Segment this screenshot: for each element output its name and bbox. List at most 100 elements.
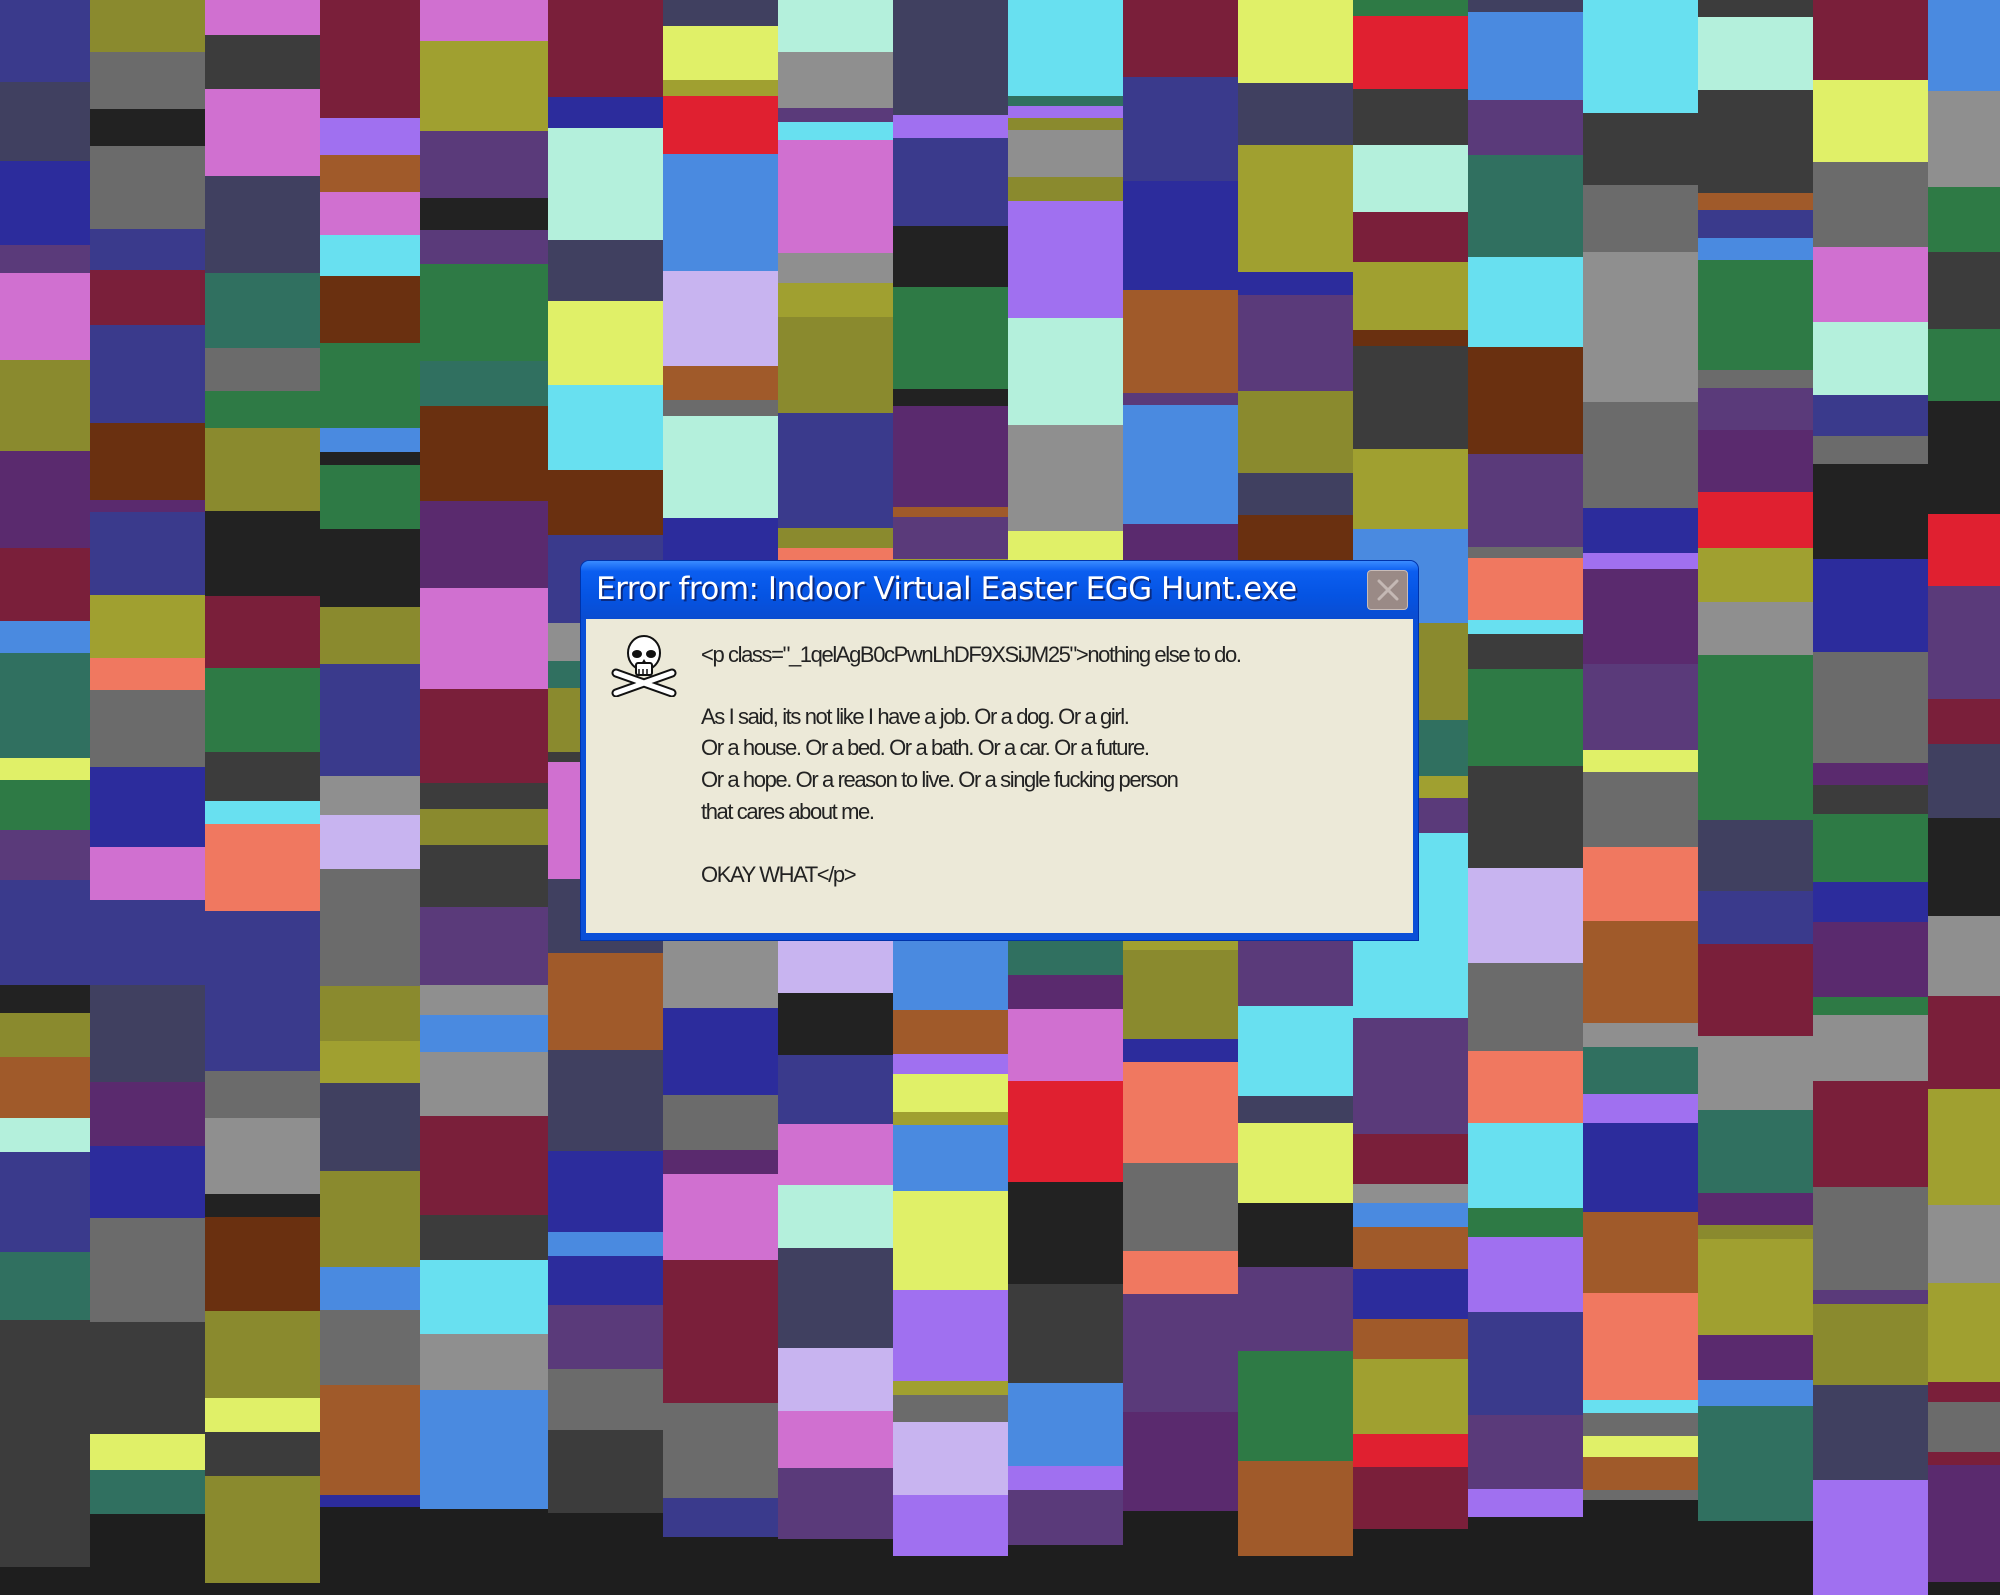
- glitch-block: [1698, 210, 1813, 238]
- glitch-block: [1928, 1382, 2000, 1402]
- glitch-block: [778, 317, 893, 413]
- glitch-block: [1698, 1406, 1813, 1521]
- glitch-block: [893, 138, 1008, 226]
- glitch-block: [205, 596, 320, 668]
- glitch-block: [1583, 772, 1698, 847]
- glitch-block: [420, 41, 548, 131]
- close-button[interactable]: [1367, 570, 1408, 610]
- glitch-block: [548, 1256, 663, 1305]
- glitch-block: [1238, 1123, 1353, 1203]
- glitch-block: [0, 1252, 90, 1320]
- glitch-block: [1583, 1212, 1698, 1293]
- glitch-block: [1353, 1203, 1468, 1227]
- glitch-block: [420, 1015, 548, 1052]
- glitch-block: [1583, 1094, 1698, 1123]
- glitch-block: [1123, 0, 1238, 77]
- glitch-block: [0, 1152, 90, 1252]
- glitch-block: [1008, 1009, 1123, 1081]
- glitch-block: [1468, 766, 1583, 868]
- glitch-block: [1468, 620, 1583, 634]
- glitch-block: [90, 512, 205, 595]
- glitch-block: [1353, 1319, 1468, 1359]
- glitch-block: [1123, 1062, 1238, 1163]
- glitch-block: [1698, 260, 1813, 370]
- glitch-block: [90, 847, 205, 900]
- x-icon: [1377, 579, 1398, 601]
- dialog-body: <p class="_1qelAgB0cPwnLhDF9XSiJM25">not…: [586, 619, 1413, 933]
- glitch-block: [90, 595, 205, 658]
- glitch-block: [1698, 1193, 1813, 1225]
- glitch-block: [0, 1057, 90, 1118]
- glitch-block: [90, 900, 205, 985]
- glitch-block: [90, 270, 205, 325]
- glitch-block: [1928, 744, 2000, 818]
- glitch-block: [893, 389, 1008, 406]
- glitch-block: [663, 26, 778, 80]
- glitch-block: [420, 809, 548, 845]
- glitch-block: [320, 0, 420, 118]
- glitch-block: [1238, 272, 1353, 295]
- glitch-block: [548, 385, 663, 470]
- glitch-block: [893, 1290, 1008, 1381]
- glitch-block: [1928, 1465, 2000, 1582]
- glitch-block: [1123, 1294, 1238, 1412]
- glitch-block: [1583, 921, 1698, 1023]
- glitch-block: [320, 1385, 420, 1495]
- glitch-block: [420, 1334, 548, 1390]
- glitch-block: [90, 325, 205, 423]
- glitch-block: [548, 1050, 663, 1151]
- glitch-block: [1698, 1036, 1813, 1110]
- glitch-block: [1353, 89, 1468, 145]
- glitch-block: [0, 451, 90, 548]
- glitch-block: [205, 752, 320, 801]
- glitch-block: [1698, 602, 1813, 655]
- glitch-block: [420, 501, 548, 588]
- glitch-block: [420, 0, 548, 41]
- glitch-block: [320, 118, 420, 155]
- glitch-block: [1583, 1047, 1698, 1094]
- glitch-block: [548, 0, 663, 97]
- glitch-block: [1353, 1018, 1468, 1134]
- glitch-block: [663, 1095, 778, 1150]
- glitch-block: [420, 1390, 548, 1509]
- glitch-block: [420, 985, 548, 1015]
- glitch-block: [205, 391, 320, 428]
- glitch-block: [1238, 145, 1353, 261]
- glitch-block: [1468, 454, 1583, 547]
- dialog-title-bar[interactable]: Error from: Indoor Virtual Easter EGG Hu…: [581, 561, 1418, 619]
- glitch-block: [1008, 1490, 1123, 1545]
- glitch-block: [320, 343, 420, 428]
- glitch-block: [0, 880, 90, 985]
- glitch-block: [90, 146, 205, 229]
- glitch-block: [1583, 1413, 1698, 1436]
- glitch-block: [1813, 922, 1928, 997]
- glitch-block: [205, 273, 320, 348]
- glitch-block: [420, 361, 548, 406]
- message-line: Or a hope. Or a reason to live. Or a sin…: [701, 767, 1179, 792]
- glitch-block: [548, 1369, 663, 1430]
- glitch-block: [0, 1118, 90, 1152]
- glitch-block: [320, 276, 420, 343]
- glitch-block: [1123, 950, 1238, 1039]
- glitch-block: [1813, 162, 1928, 247]
- glitch-block: [1008, 1182, 1123, 1284]
- glitch-block: [1008, 1284, 1123, 1383]
- glitch-block: [1468, 1312, 1583, 1375]
- glitch-block: [1813, 247, 1928, 322]
- glitch-block: [1813, 763, 1928, 785]
- glitch-block: [893, 1422, 1008, 1473]
- glitch-block: [320, 192, 420, 235]
- glitch-block: [1008, 96, 1123, 106]
- glitch-block: [778, 283, 893, 317]
- glitch-block: [1353, 1134, 1468, 1184]
- glitch-block: [1583, 1436, 1698, 1457]
- glitch-block: [1238, 1461, 1353, 1556]
- glitch-block: [1008, 0, 1123, 96]
- glitch-block: [0, 1407, 90, 1481]
- glitch-block: [0, 780, 90, 830]
- glitch-block: [1583, 1490, 1698, 1500]
- glitch-block: [1698, 548, 1813, 602]
- glitch-block: [0, 1481, 90, 1567]
- glitch-block: [420, 783, 548, 809]
- glitch-block: [420, 406, 548, 501]
